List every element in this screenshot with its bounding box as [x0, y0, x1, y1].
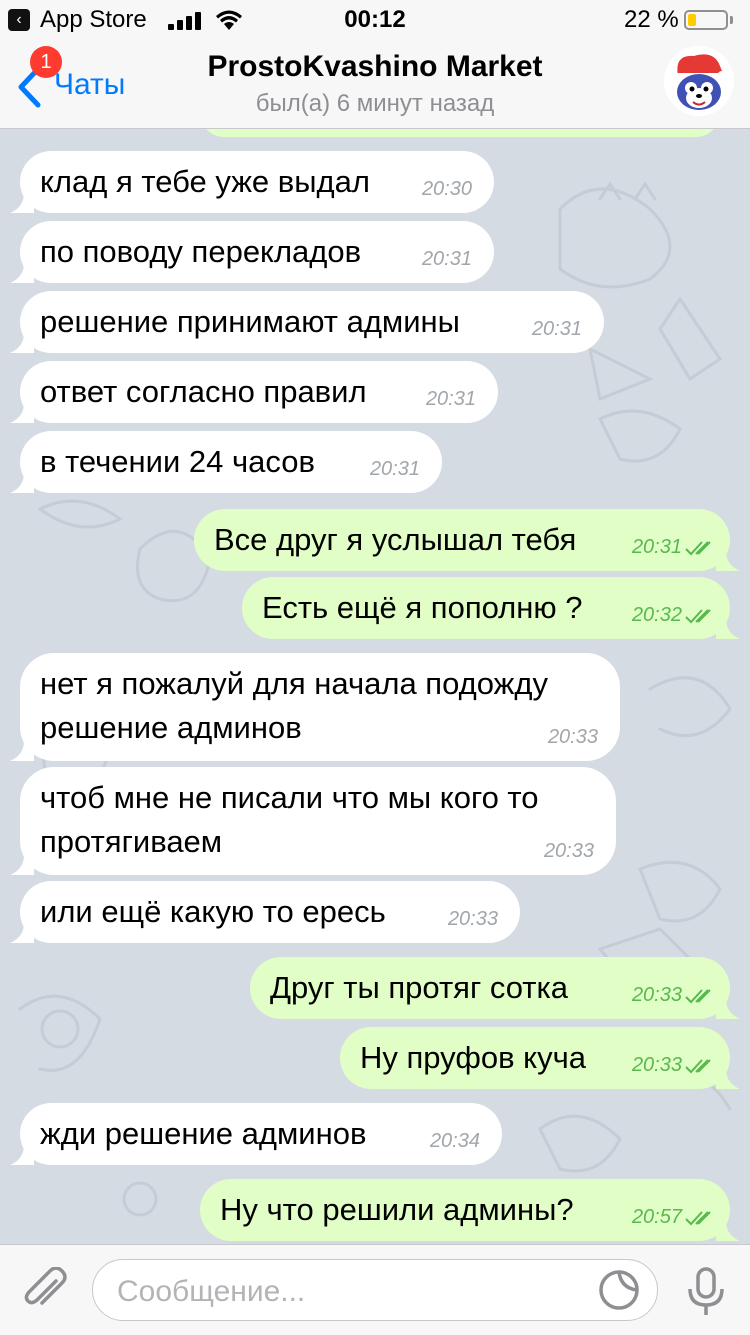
- message-text-line: жди решение админов: [40, 1116, 367, 1151]
- incoming-message[interactable]: чтоб мне не писали что мы кого то протяги…: [10, 767, 616, 875]
- message-text: решение принимают админы: [40, 300, 460, 344]
- incoming-message[interactable]: решение принимают админы 20:31: [10, 291, 604, 353]
- double-check-icon: [685, 609, 711, 624]
- message-text-line: решение админов: [40, 710, 302, 745]
- cat-avatar-icon: [676, 54, 727, 110]
- double-check-icon: [685, 541, 711, 556]
- message-text-line: нет я пожалуй для начала подожду: [40, 666, 548, 701]
- incoming-message[interactable]: по поводу перекладов 20:31: [10, 221, 494, 283]
- message-time: 20:57: [631, 1206, 682, 1228]
- message-text-line: протягиваем: [40, 824, 223, 859]
- bubble-tail: [10, 333, 34, 353]
- bubble-tail: [10, 473, 34, 493]
- message-text-line: Ну что решили админы?: [220, 1192, 574, 1227]
- bubble-tail: [10, 855, 34, 875]
- message-time: 20:33: [547, 726, 598, 748]
- chat-header: Чаты 1 ProstoKvashino Market был(а) 6 ми…: [0, 40, 750, 129]
- message-time: 20:32: [631, 604, 682, 626]
- composer-bar: Сообщение...: [0, 1244, 750, 1335]
- outgoing-message[interactable]: Есть ещё я пополню ? 20:32: [242, 577, 740, 639]
- avatar[interactable]: [664, 46, 734, 116]
- message-text: или ещё какую то ересь: [40, 890, 386, 934]
- message-input[interactable]: Сообщение...: [92, 1259, 658, 1321]
- double-check-icon: [685, 1059, 711, 1074]
- message-text: клад я тебе уже выдал: [40, 160, 370, 204]
- incoming-message[interactable]: или ещё какую то ересь 20:33: [10, 881, 520, 943]
- message-time: 20:33: [543, 840, 594, 862]
- incoming-message[interactable]: жди решение админов 20:34: [10, 1103, 502, 1165]
- bubble-tail: [716, 619, 740, 639]
- message-text: нет я пожалуй для начала подожду решение …: [40, 662, 548, 750]
- message-text-line: чтоб мне не писали что мы кого то: [40, 780, 539, 815]
- chat-title[interactable]: ProstoKvashino Market: [0, 50, 750, 84]
- outgoing-message[interactable]: Друг ты протяг сотка 20:33: [250, 957, 740, 1019]
- message-time: 20:34: [429, 1130, 480, 1152]
- message-list[interactable]: клад я тебе уже выдал 20:30 по поводу пере…: [0, 129, 750, 1244]
- message-text: по поводу перекладов: [40, 230, 361, 274]
- message-text: Все друг я услышал тебя: [214, 518, 576, 562]
- sticker-icon[interactable]: [597, 1268, 641, 1312]
- bubble-tail: [716, 999, 740, 1019]
- bubble-tail: [10, 741, 34, 761]
- message-time: 20:30: [421, 178, 472, 200]
- outgoing-message[interactable]: Ну пруфов куча 20:33: [340, 1027, 740, 1089]
- outgoing-message[interactable]: Ну что решили админы? 20:57: [200, 1179, 740, 1241]
- message-text-line: или ещё какую то ересь: [40, 894, 386, 929]
- message-text-line: Ну пруфов куча: [360, 1040, 586, 1075]
- last-seen-status: был(а) 6 минут назад: [255, 90, 495, 117]
- message-text-line: Все друг я услышал тебя: [214, 522, 577, 557]
- double-check-icon: [685, 989, 711, 1004]
- message-time: 20:33: [447, 908, 498, 930]
- bubble-tail: [10, 923, 34, 943]
- incoming-message[interactable]: в течении 24 часов 20:31: [10, 431, 442, 493]
- message-text-line: клад я тебе уже выдал: [40, 164, 370, 199]
- message-time: 20:31: [421, 248, 472, 270]
- outgoing-message[interactable]: Все друг я услышал тебя 20:31: [194, 509, 740, 571]
- message-text-line: Друг ты протяг сотка: [270, 970, 568, 1005]
- incoming-message[interactable]: ответ согласно правил 20:31: [10, 361, 498, 423]
- message-text-line: ответ согласно правил: [40, 374, 367, 409]
- message-text-line: в течении 24 часов: [40, 444, 315, 479]
- message-time: 20:31: [631, 536, 682, 558]
- message-time: 20:33: [631, 1054, 682, 1076]
- bubble-tail: [10, 193, 34, 213]
- microphone-icon[interactable]: [686, 1267, 726, 1317]
- message-text: чтоб мне не писали что мы кого то протяги…: [40, 776, 539, 864]
- message-text: Есть ещё я пополню ?: [262, 586, 582, 630]
- incoming-message[interactable]: клад я тебе уже выдал 20:30: [10, 151, 494, 213]
- message-bubble-partial: [200, 129, 720, 137]
- incoming-message[interactable]: нет я пожалуй для начала подожду решение …: [10, 653, 620, 761]
- bubble-tail: [10, 1145, 34, 1165]
- message-time: 20:31: [531, 318, 582, 340]
- message-text: Ну пруфов куча: [360, 1036, 586, 1080]
- status-bar: ‹ App Store 00:12 22 %: [0, 0, 750, 40]
- battery-percent: 22 %: [624, 6, 679, 33]
- paperclip-icon[interactable]: [22, 1267, 68, 1313]
- double-check-icon: [685, 1211, 711, 1226]
- message-text: Ну что решили админы?: [220, 1188, 574, 1232]
- battery-nub: [730, 16, 733, 24]
- message-time: 20:33: [631, 984, 682, 1006]
- bubble-tail: [10, 403, 34, 423]
- battery-icon: [684, 10, 728, 30]
- bubble-tail: [716, 1069, 740, 1089]
- message-text: Друг ты протяг сотка: [270, 966, 568, 1010]
- bubble-tail: [716, 551, 740, 571]
- battery-level: [688, 14, 696, 26]
- message-text: в течении 24 часов: [40, 440, 315, 484]
- message-time: 20:31: [425, 388, 476, 410]
- message-text-line: по поводу перекладов: [40, 234, 362, 269]
- bubble-tail: [10, 263, 34, 283]
- message-text: жди решение админов: [40, 1112, 366, 1156]
- message-text-line: Есть ещё я пополню ?: [262, 590, 583, 625]
- message-time: 20:31: [369, 458, 420, 480]
- bubble-tail: [716, 1221, 740, 1241]
- message-text: ответ согласно правил: [40, 370, 367, 414]
- message-text-line: решение принимают админы: [40, 304, 460, 339]
- message-input-placeholder: Сообщение...: [117, 1275, 306, 1308]
